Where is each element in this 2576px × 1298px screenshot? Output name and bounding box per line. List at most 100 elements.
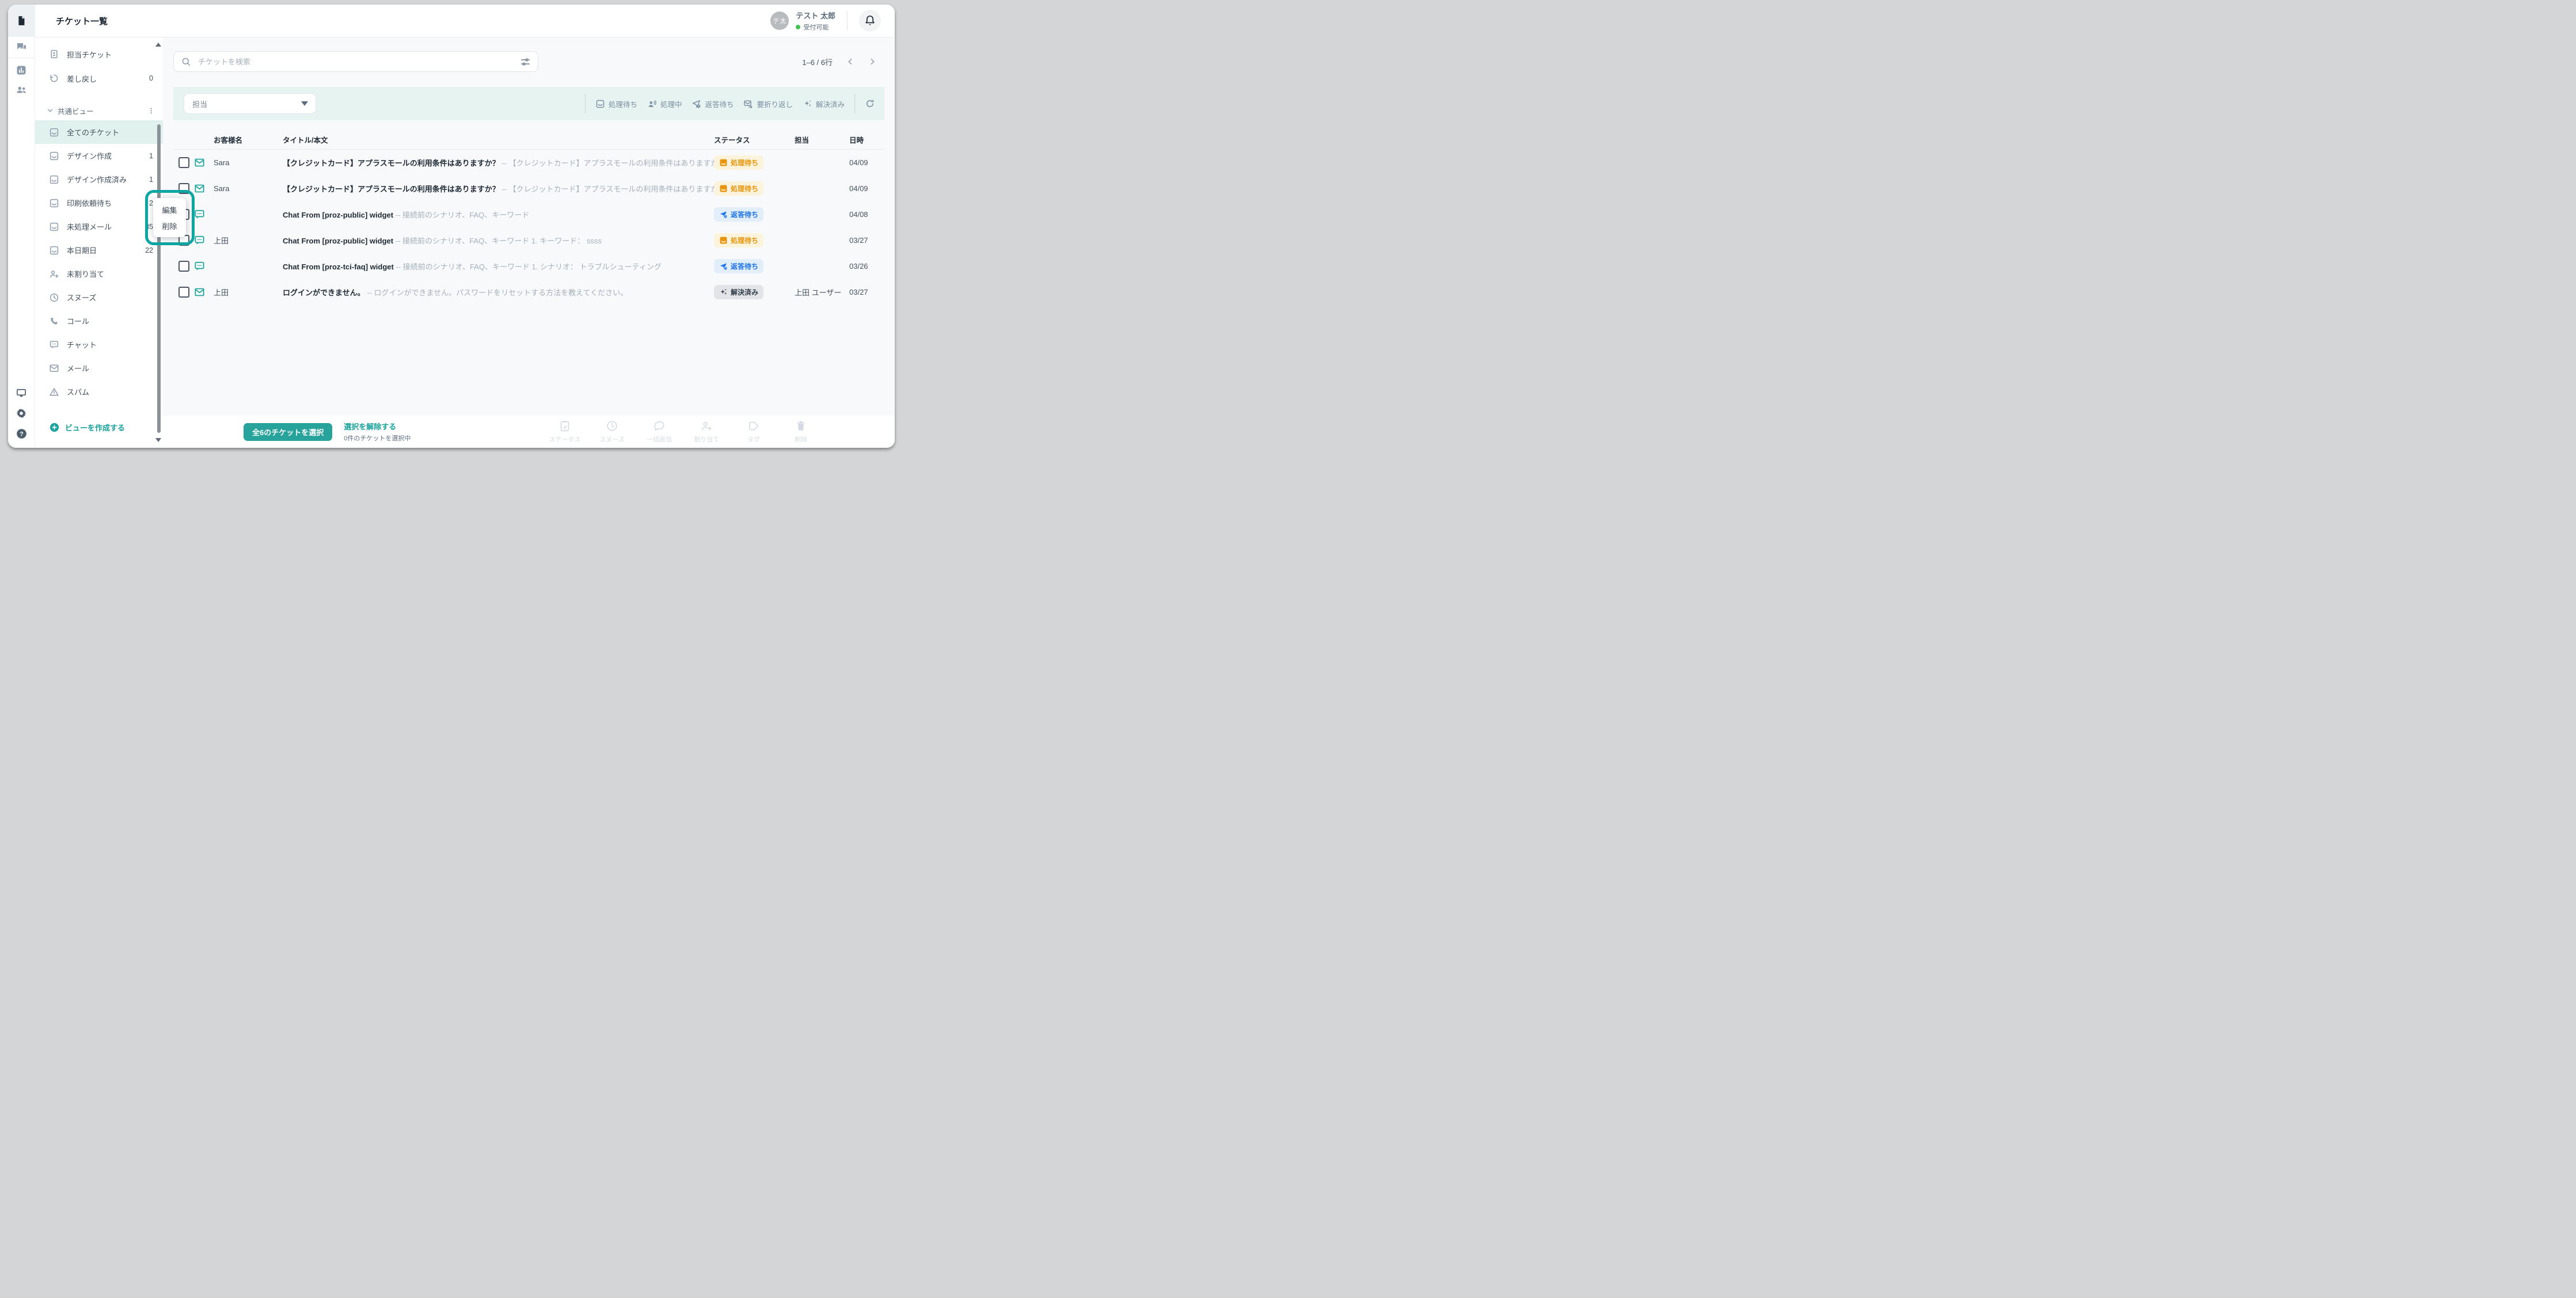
bulk-action-tag[interactable]: タグ [734,420,774,444]
context-menu-delete[interactable]: 削除 [153,218,186,234]
chevron-right-icon[interactable] [868,58,876,66]
row-preview: -- 接続前のシナリオ、FAQ、キーワード 1. シナリオ： トラブルシューティ… [396,262,662,271]
sidebar-view-design-done[interactable]: デザイン作成済み 1 [35,168,163,191]
scroll-down-arrow[interactable] [155,438,161,442]
plus-circle-icon [49,422,60,433]
bulk-action-label: タグ [747,436,760,443]
trash-icon [795,420,807,432]
row-assignee: 上田 ユーザー [795,288,842,297]
avatar-initials: テ太 [773,18,787,25]
rail-item-customers[interactable] [8,80,35,100]
context-menu-edit[interactable]: 編集 [153,201,186,218]
status-label: 解決済み [731,288,759,296]
row-preview: -- 接続前のシナリオ、FAQ、キーワード [395,211,530,219]
bulk-action-delete[interactable]: 削除 [781,420,821,444]
bulk-action-label: ステータス [549,436,581,443]
sidebar-view-call[interactable]: コール [35,309,163,333]
col-customer: お客様名 [214,136,243,144]
row-date: 04/09 [849,158,868,167]
rail-item-tickets[interactable] [8,5,35,37]
bulk-action-assign[interactable]: 割り当て [686,420,727,444]
bell-icon [864,14,876,27]
quick-status-filters: 処理待ち 処理中 返答待ち 要折り返し 解決済み [584,94,875,113]
chat-channel-icon [194,235,214,246]
sidebar-view-all-tickets[interactable]: 全てのチケット [35,120,163,144]
sidebar-view-due-today[interactable]: 本日期日 22 [35,238,163,262]
avatar[interactable]: テ太 [770,12,789,30]
document-icon [16,15,27,26]
assignee-filter-dropdown[interactable]: 担当 [184,93,316,114]
sidebar-view-label: コール [67,317,90,326]
sidebar-view-unassigned[interactable]: 未割り当て [35,262,163,286]
sidebar-section-common-views[interactable]: 共通ビュー [35,101,163,120]
bulk-action-status[interactable]: ステータス [545,420,585,444]
table-row[interactable]: Chat From [proz-public] widget -- 接続前のシナ… [173,201,884,227]
sidebar-scrollbar[interactable] [157,124,161,433]
table-row[interactable]: 上田 ログインができません。 -- ログインができません。パスワードをリセットす… [173,279,884,305]
sidebar-item-assigned-tickets[interactable]: 担当チケット [35,42,163,66]
status-label: 処理待ち [731,237,759,245]
quick-filter-pending[interactable]: 処理待ち [595,98,637,109]
chat-bubble-icon [49,340,59,350]
search-input[interactable] [197,56,514,67]
kebab-menu-icon[interactable] [147,107,155,115]
quick-filter-in-progress[interactable]: 処理中 [647,98,682,109]
send-clock-icon [692,99,701,109]
selected-count: 0件のチケットを選択中 [344,435,411,442]
status-label: 処理待ち [731,159,759,167]
table-row[interactable]: Sara 【クレジットカード】アプラスモールの利用条件はありますか？ -- 【ク… [173,176,884,201]
sidebar-view-mail[interactable]: メール [35,356,163,380]
sidebar-item-returned[interactable]: 差し戻し 0 [35,66,163,90]
status-label: 処理待ち [731,185,759,193]
sidebar-view-spam[interactable]: スパム [35,380,163,404]
col-assignee: 担当 [795,136,810,144]
rail-item-help[interactable]: ? [8,424,35,443]
select-all-button[interactable]: 全6のチケットを選択 [244,422,333,441]
user-name: テスト 太郎 [796,12,835,20]
id-badge-icon [49,49,59,59]
status-label: 返答待ち [731,262,759,271]
row-title: Chat From [proz-public] widget [283,211,394,219]
rail-item-workspace[interactable] [8,383,35,403]
sidebar-view-snooze[interactable]: スヌーズ [35,286,163,309]
search-box[interactable] [173,51,538,72]
refresh-icon[interactable] [865,98,875,109]
row-checkbox[interactable] [178,261,189,272]
row-preview: -- ログインができません。パスワードをリセットする方法を教えてください。 [367,288,628,297]
bulk-action-snooze[interactable]: スヌーズ [592,420,632,444]
tune-filters-icon[interactable] [520,56,531,67]
row-date: 03/27 [849,288,868,296]
rail-item-settings[interactable] [8,404,35,423]
row-checkbox[interactable] [178,157,189,168]
row-title: 【クレジットカード】アプラスモールの利用条件はありますか？ [283,185,500,193]
quick-filter-label: 処理中 [660,100,682,109]
quick-filter-label: 返答待ち [705,100,734,109]
bulk-action-bulk-reply[interactable]: 一括返信 [639,420,679,444]
notification-bell-button[interactable] [859,10,881,32]
mail-channel-icon [194,183,214,194]
create-view-button[interactable]: ビューを作成する [49,422,125,433]
scroll-up-arrow[interactable] [155,43,161,47]
row-preview: -- 【クレジットカード】アプラスモールの利用条件はありますか？ [501,185,714,193]
user-block[interactable]: テスト 太郎 受付可能 [796,10,835,32]
chevron-left-icon[interactable] [846,58,854,66]
quick-filter-awaiting-reply[interactable]: 返答待ち [692,98,734,109]
rail-item-conversations[interactable] [8,37,35,56]
sidebar-view-chat[interactable]: チャット [35,333,163,356]
sidebar-view-print-wait[interactable]: 印刷依頼待ち 2 [35,191,163,215]
table-row[interactable]: Chat From [proz-tci-faq] widget -- 接続前のシ… [173,253,884,279]
table-row[interactable]: Sara 【クレジットカード】アプラスモールの利用条件はありますか？ -- 【ク… [173,150,884,176]
quick-filter-resolved[interactable]: 解決済み [803,98,845,109]
table-row[interactable]: 上田 Chat From [proz-public] widget -- 接続前… [173,227,884,253]
search-row: 1–6 / 6行 [173,51,884,72]
sidebar-view-design[interactable]: デザイン作成 1 [35,144,163,168]
divider [584,94,586,113]
clear-selection-link[interactable]: 選択を解除する [344,421,411,432]
quick-filter-callback[interactable]: 要折り返し [743,98,793,109]
rail-item-analytics[interactable] [8,60,35,80]
tray-icon [49,222,59,232]
row-checkbox[interactable] [178,287,189,298]
sidebar: 担当チケット 差し戻し 0 共通ビュー 全てのチケット デザイン作成 1 デザイ… [35,37,163,448]
bulk-action-bar: 全6のチケットを選択 選択を解除する 0件のチケットを選択中 ステータス スヌー… [163,416,895,448]
sidebar-view-unprocessed-mail[interactable]: 未処理メール 35 [35,215,163,238]
